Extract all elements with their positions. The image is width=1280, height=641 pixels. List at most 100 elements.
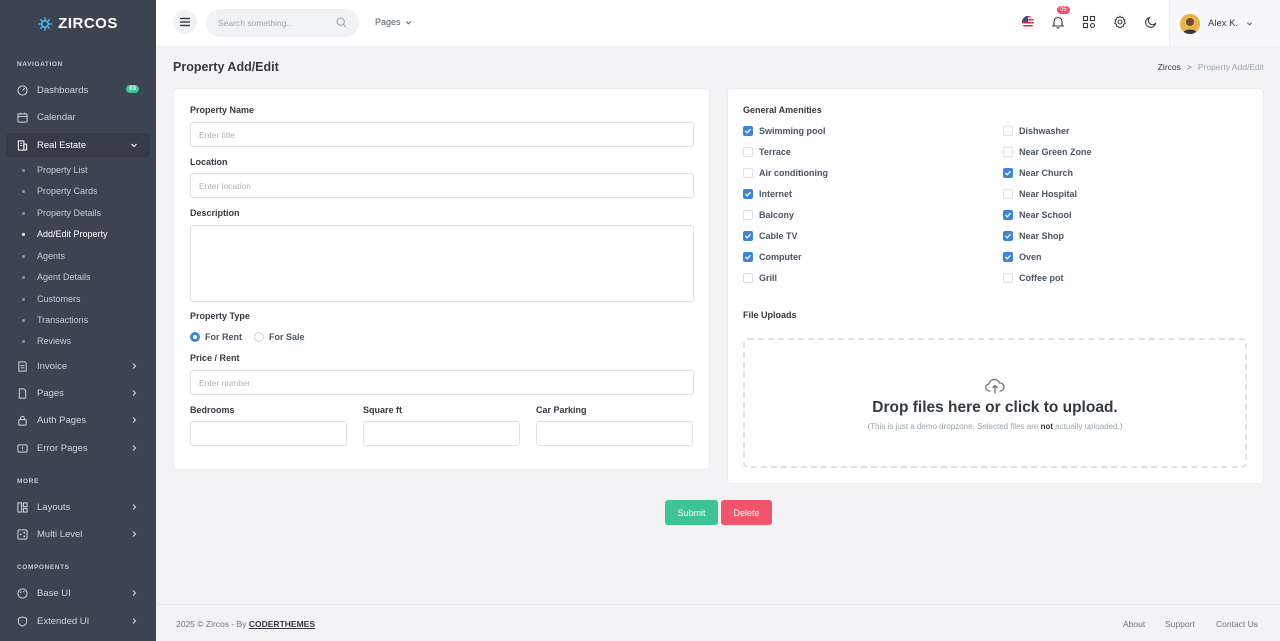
amenity-internet[interactable]: Internet	[743, 189, 792, 199]
sidebar-subitem-reviews[interactable]: Reviews	[22, 334, 71, 348]
property-name-input[interactable]	[190, 122, 694, 147]
checkbox[interactable]	[743, 210, 753, 220]
radio-for-rent[interactable]: For Rent	[190, 332, 242, 342]
sidebar-subitem-add-edit-property[interactable]: Add/Edit Property	[22, 227, 108, 241]
sidebar-item-label: Extended UI	[37, 615, 90, 627]
author-link[interactable]: CODERTHEMES	[249, 619, 315, 629]
checkbox[interactable]	[1003, 273, 1013, 283]
footer-link-contact-us[interactable]: Contact Us	[1216, 619, 1258, 629]
submit-button[interactable]: Submit	[665, 500, 718, 525]
property-type-label: Property Type	[190, 311, 250, 321]
description-textarea[interactable]	[190, 225, 694, 302]
footer-link-about[interactable]: About	[1123, 619, 1145, 629]
apps-grid-icon[interactable]	[1082, 15, 1096, 29]
sidebar-item-error-pages[interactable]: Error Pages	[6, 436, 150, 460]
checkbox-checked[interactable]	[1003, 252, 1013, 262]
shield-icon	[17, 615, 28, 627]
checkbox[interactable]	[1003, 126, 1013, 136]
checkbox-checked[interactable]	[1003, 210, 1013, 220]
amenity-near-church[interactable]: Near Church	[1003, 168, 1073, 178]
sidebar-item-real-estate[interactable]: Real Estate	[6, 133, 150, 157]
checkbox-checked[interactable]	[743, 231, 753, 241]
amenity-oven[interactable]: Oven	[1003, 252, 1042, 262]
amenity-label: Near Green Zone	[1019, 147, 1092, 157]
sidebar-item-extended-ui[interactable]: Extended UI	[6, 609, 150, 633]
amenity-dishwasher[interactable]: Dishwasher	[1003, 126, 1070, 136]
brand-logo[interactable]: ZIRCOS	[0, 0, 156, 47]
checkbox[interactable]	[743, 147, 753, 157]
location-input[interactable]	[190, 173, 694, 198]
amenity-balcony[interactable]: Balcony	[743, 210, 794, 220]
search-input[interactable]	[218, 18, 328, 28]
radio-button-checked[interactable]	[190, 332, 200, 342]
us-flag-icon[interactable]	[1021, 15, 1035, 29]
sidebar-subitem-property-list[interactable]: Property List	[22, 163, 88, 177]
breadcrumb-root[interactable]: Zircos	[1158, 62, 1181, 72]
sidebar-item-layouts[interactable]: Layouts	[6, 495, 150, 519]
search-icon[interactable]	[336, 17, 347, 28]
menu-toggle-button[interactable]	[173, 10, 197, 34]
logo-icon	[38, 16, 53, 31]
chevron-right-icon	[132, 417, 137, 423]
sidebar-item-auth-pages[interactable]: Auth Pages	[6, 408, 150, 432]
checkbox-checked[interactable]	[743, 126, 753, 136]
cloud-upload-icon	[985, 378, 1005, 394]
breadcrumb-current: Property Add/Edit	[1197, 62, 1264, 72]
amenity-terrace[interactable]: Terrace	[743, 147, 791, 157]
checkbox-checked[interactable]	[743, 252, 753, 262]
user-menu[interactable]: Alex K.	[1169, 0, 1280, 47]
pages-dropdown-label: Pages	[375, 17, 401, 27]
sidebar-item-base-ui[interactable]: Base UI	[6, 581, 150, 605]
bell-icon[interactable]	[1051, 15, 1065, 29]
check-icon	[745, 233, 751, 239]
car-parking-input[interactable]	[536, 421, 693, 446]
dashboards-badge: 03	[126, 85, 139, 93]
amenity-near-green-zone[interactable]: Near Green Zone	[1003, 147, 1092, 157]
amenity-label: Near School	[1019, 210, 1072, 220]
amenity-computer[interactable]: Computer	[743, 252, 802, 262]
file-dropzone[interactable]: Drop files here or click to upload. (Thi…	[743, 338, 1247, 468]
sidebar-subitem-agent-details[interactable]: Agent Details	[22, 270, 91, 284]
footer-link-support[interactable]: Support	[1165, 619, 1195, 629]
pages-dropdown[interactable]: Pages	[375, 17, 412, 27]
amenity-cable-tv[interactable]: Cable TV	[743, 231, 798, 241]
sidebar-subitem-transactions[interactable]: Transactions	[22, 313, 88, 327]
sidebar-subitem-property-details[interactable]: Property Details	[22, 206, 101, 220]
sidebar-item-label: Error Pages	[37, 442, 88, 454]
calendar-icon	[17, 112, 28, 123]
sidebar-item-multi-level[interactable]: Multi Level	[6, 522, 150, 546]
radio-for-sale[interactable]: For Sale	[254, 332, 305, 342]
square-ft-input[interactable]	[363, 421, 520, 446]
amenity-coffee-pot[interactable]: Coffee pot	[1003, 273, 1064, 283]
amenity-air-conditioning[interactable]: Air conditioning	[743, 168, 828, 178]
checkbox[interactable]	[743, 168, 753, 178]
sidebar-item-calendar[interactable]: Calendar	[6, 105, 150, 129]
checkbox-checked[interactable]	[1003, 231, 1013, 241]
gear-icon[interactable]	[1113, 15, 1127, 29]
moon-icon[interactable]	[1144, 15, 1158, 29]
sidebar-subitem-agents[interactable]: Agents	[22, 249, 65, 263]
amenity-grill[interactable]: Grill	[743, 273, 777, 283]
sidebar-item-pages[interactable]: Pages	[6, 381, 150, 405]
checkbox[interactable]	[1003, 147, 1013, 157]
amenity-near-school[interactable]: Near School	[1003, 210, 1072, 220]
amenity-near-shop[interactable]: Near Shop	[1003, 231, 1064, 241]
radio-button[interactable]	[254, 332, 264, 342]
sidebar-item-label: Dashboards	[37, 84, 89, 96]
amenity-near-hospital[interactable]: Near Hospital	[1003, 189, 1077, 199]
amenity-label: Coffee pot	[1019, 273, 1064, 283]
checkbox-checked[interactable]	[1003, 168, 1013, 178]
price-input[interactable]	[190, 370, 694, 395]
bedrooms-input[interactable]	[190, 421, 347, 446]
sidebar-item-dashboards[interactable]: Dashboards 03	[6, 78, 150, 102]
sidebar-item-invoice[interactable]: Invoice	[6, 354, 150, 378]
sidebar-subitem-customers[interactable]: Customers	[22, 292, 81, 306]
checkbox[interactable]	[1003, 189, 1013, 199]
amenity-swimming-pool[interactable]: Swimming pool	[743, 126, 826, 136]
amenity-label: Cable TV	[759, 231, 798, 241]
delete-button[interactable]: Delete	[721, 500, 772, 525]
sidebar-subitem-property-cards[interactable]: Property Cards	[22, 184, 98, 198]
checkbox[interactable]	[743, 273, 753, 283]
checkbox-checked[interactable]	[743, 189, 753, 199]
share-icon	[17, 528, 28, 540]
